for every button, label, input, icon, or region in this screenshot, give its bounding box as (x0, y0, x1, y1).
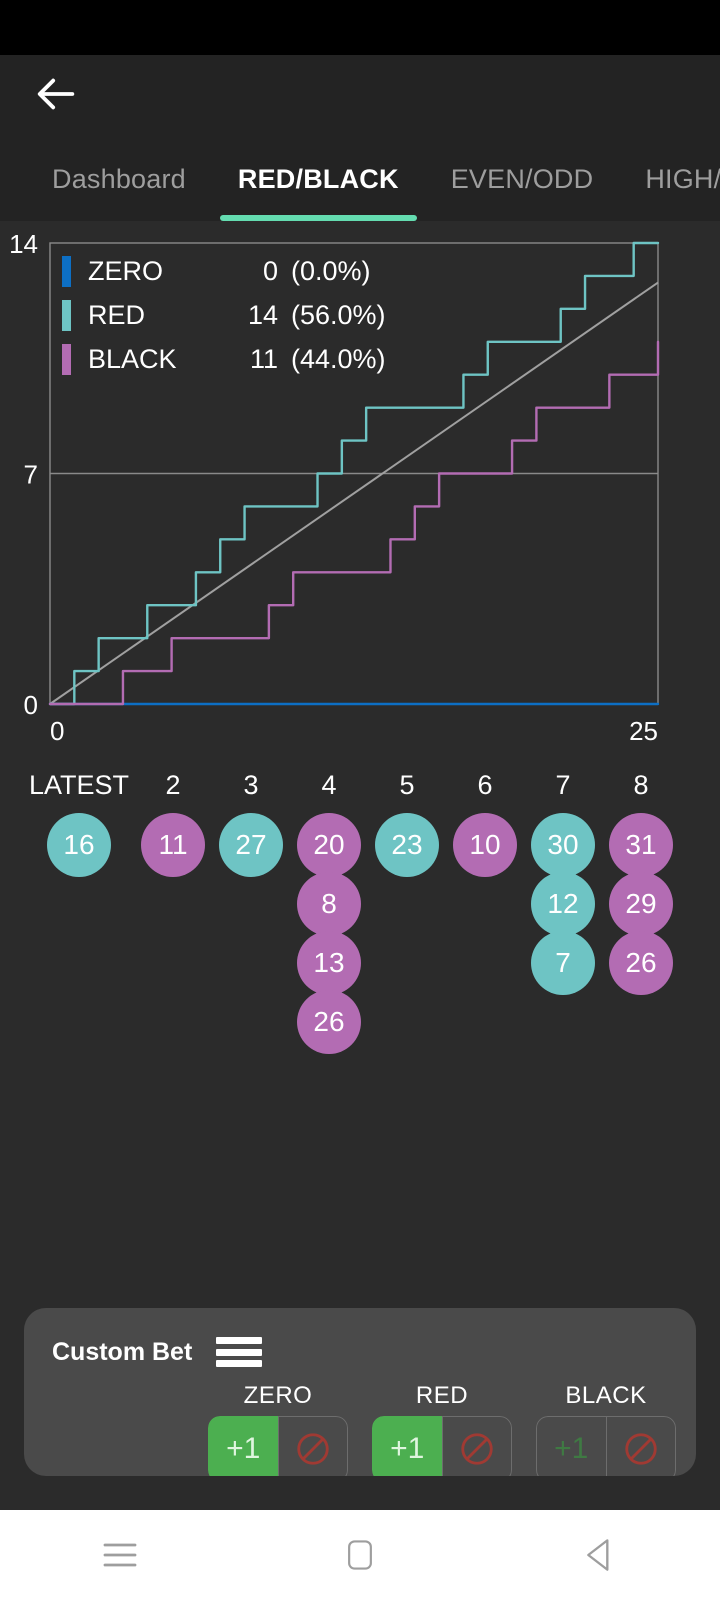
system-navigation-bar[interactable] (0, 1510, 720, 1600)
tab-dashboard[interactable]: Dashboard (26, 164, 212, 221)
history-column-header: 8 (633, 770, 649, 800)
history-column-header: 3 (243, 770, 259, 800)
legend-swatch-black (62, 343, 71, 375)
history-chip[interactable]: 26 (609, 931, 673, 995)
history-chip[interactable]: 27 (219, 813, 283, 877)
history-chip[interactable]: 16 (47, 813, 111, 877)
custom-bet-panel[interactable]: Custom Bet ZERO +1 RED +1 BLACK +1 (24, 1308, 696, 1476)
history-column-header: 6 (477, 770, 493, 800)
tab-dashboard-label: Dashboard (52, 164, 186, 194)
tab-red-black[interactable]: RED/BLACK (212, 164, 425, 221)
custom-bet-title: Custom Bet (52, 1337, 193, 1366)
x-tick-0: 0 (50, 716, 64, 746)
legend-label-zero: ZERO (88, 255, 164, 286)
back-triangle-icon[interactable] (555, 1525, 645, 1585)
history-chip[interactable]: 30 (531, 813, 595, 877)
y-tick-14: 14 (9, 229, 38, 259)
app-bar: Dashboard RED/BLACK EVEN/ODD HIGH/ (0, 55, 720, 221)
legend-percent-red: (56.0%) (291, 299, 386, 330)
bet-increment-button[interactable]: +1 (208, 1416, 278, 1476)
history-chip[interactable]: 23 (375, 813, 439, 877)
bet-group-label: ZERO (243, 1382, 313, 1409)
legend-count-red: 14 (247, 299, 278, 330)
history-column: 7 30 12 7 (524, 765, 602, 995)
history-chip[interactable]: 20 (297, 813, 361, 877)
bet-button-pair: +1 (536, 1416, 676, 1476)
bet-group-red: RED +1 (372, 1382, 512, 1476)
tab-bar[interactable]: Dashboard RED/BLACK EVEN/ODD HIGH/ (0, 133, 720, 221)
home-square-icon[interactable] (315, 1525, 405, 1585)
legend-percent-black: (44.0%) (291, 343, 386, 374)
history-column: LATEST 16 (24, 765, 134, 877)
bet-increment-button[interactable]: +1 (372, 1416, 442, 1476)
custom-bet-header: Custom Bet (24, 1330, 696, 1374)
arrow-left-icon[interactable] (34, 71, 80, 117)
series-line-black (48, 340, 660, 706)
bet-ban-button[interactable] (277, 1416, 348, 1476)
ban-icon (297, 1433, 329, 1465)
cumulative-chart: 14 7 0 0 25 ZERO 0 (0.0%) RED 14 (56.0%) BLA… (0, 221, 720, 761)
spin-history: LATEST 16 2 11 3 27 4 20 8 13 26 5 23 6 10 7 30 12 7 8 31 29 2… (0, 765, 720, 1054)
chart-legend: ZERO 0 (0.0%) RED 14 (56.0%) BLACK 11 (4… (62, 253, 386, 377)
history-chip[interactable]: 10 (453, 813, 517, 877)
history-column-header: 2 (165, 770, 181, 800)
history-column: 5 23 (368, 765, 446, 877)
history-chip[interactable]: 12 (531, 872, 595, 936)
x-tick-25: 25 (629, 716, 658, 746)
legend-row-red: RED 14 (56.0%) (62, 297, 386, 333)
bet-group-zero: ZERO +1 (208, 1382, 348, 1476)
bet-ban-button[interactable] (441, 1416, 512, 1476)
history-chip[interactable]: 8 (297, 872, 361, 936)
legend-swatch-red (62, 299, 71, 331)
history-column-header: 7 (555, 770, 571, 800)
history-column: 6 10 (446, 765, 524, 877)
ban-icon (461, 1433, 493, 1465)
hamburger-icon[interactable] (216, 1337, 263, 1367)
legend-count-zero: 0 (262, 255, 278, 286)
tab-even-odd-label: EVEN/ODD (450, 164, 594, 194)
history-column-header: 5 (399, 770, 415, 800)
spin-history-columns: LATEST 16 2 11 3 27 4 20 8 13 26 5 23 6 10 7 30 12 7 8 31 29 2… (0, 765, 720, 1054)
bet-group-label: RED (415, 1382, 469, 1409)
tab-even-odd[interactable]: EVEN/ODD (425, 164, 620, 221)
history-chip[interactable]: 31 (609, 813, 673, 877)
status-bar (0, 0, 720, 55)
app-bar-back-row (0, 55, 720, 133)
tab-red-black-label: RED/BLACK (237, 164, 399, 194)
y-tick-7: 7 (24, 460, 38, 490)
menu-icon[interactable] (75, 1525, 165, 1585)
bet-button-pair: +1 (372, 1416, 512, 1476)
history-chip[interactable]: 26 (297, 990, 361, 1054)
bet-increment-button[interactable]: +1 (536, 1416, 606, 1476)
legend-swatch-zero (62, 255, 71, 287)
legend-row-black: BLACK 11 (44.0%) (62, 341, 386, 377)
history-chip[interactable]: 7 (531, 931, 595, 995)
history-column: 2 11 (134, 765, 212, 877)
legend-count-black: 11 (249, 343, 278, 374)
ban-icon (625, 1433, 657, 1465)
bet-button-pair: +1 (208, 1416, 348, 1476)
history-chip[interactable]: 13 (297, 931, 361, 995)
history-column: 4 20 8 13 26 (290, 765, 368, 1054)
history-column-header: 4 (321, 770, 337, 800)
y-tick-0: 0 (24, 690, 38, 720)
history-column-header: LATEST (28, 770, 130, 800)
legend-label-red: RED (88, 299, 146, 330)
custom-bet-groups: ZERO +1 RED +1 BLACK +1 (24, 1382, 696, 1476)
tab-high-low[interactable]: HIGH/ (619, 164, 720, 221)
history-column: 8 31 29 26 (602, 765, 680, 995)
history-chip[interactable]: 29 (609, 872, 673, 936)
legend-percent-zero: (0.0%) (291, 255, 371, 286)
bet-group-black: BLACK +1 (536, 1382, 676, 1476)
legend-label-black: BLACK (88, 343, 177, 374)
tab-high-low-label: HIGH/ (645, 164, 720, 194)
history-column: 3 27 (212, 765, 290, 877)
bet-ban-button[interactable] (605, 1416, 676, 1476)
history-chip[interactable]: 11 (141, 813, 205, 877)
bet-group-label: BLACK (565, 1382, 647, 1409)
legend-row-zero: ZERO 0 (0.0%) (62, 253, 386, 289)
